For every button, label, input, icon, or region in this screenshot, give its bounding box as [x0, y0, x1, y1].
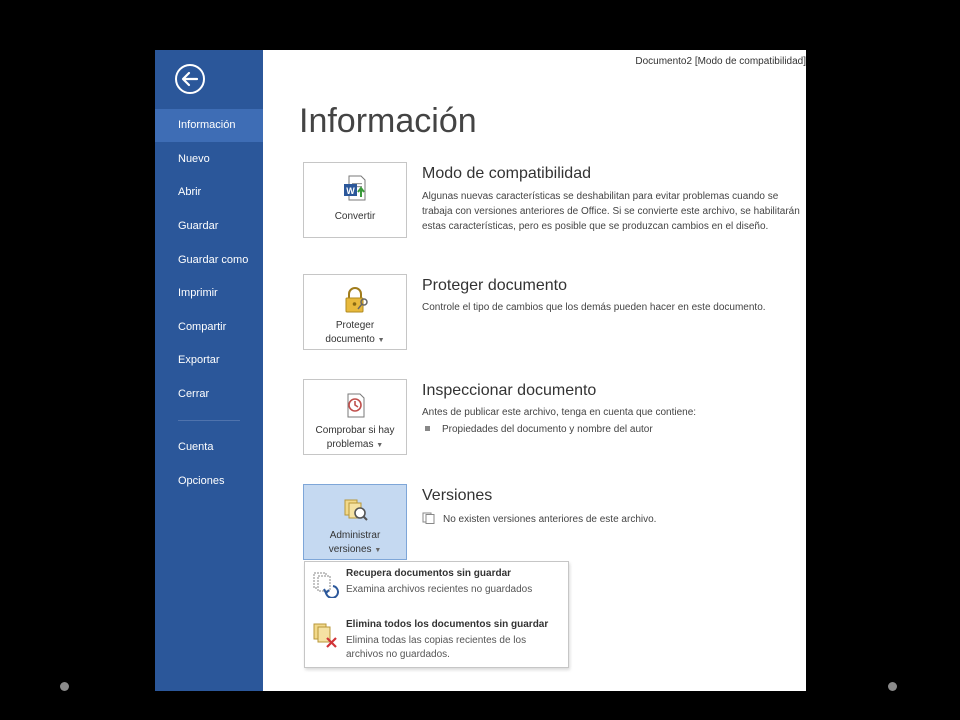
- slide-nav-dot-left: [60, 682, 69, 691]
- page-title: Información: [299, 102, 477, 140]
- protect-document-label: Proteger documento ▼: [325, 320, 385, 345]
- recover-unsaved-documents-item[interactable]: Recupera documentos sin guardar Examina …: [305, 568, 568, 610]
- manage-versions-label: Administrar versiones ▼: [328, 530, 382, 555]
- delete-unsaved-title: Elimina todos los documentos sin guardar: [346, 619, 549, 630]
- delete-unsaved-documents-item[interactable]: Elimina todos los documentos sin guardar…: [305, 619, 568, 664]
- recover-unsaved-title: Recupera documentos sin guardar: [346, 568, 512, 579]
- compatibility-mode-text: Algunas nuevas características se deshab…: [422, 191, 800, 232]
- sidebar-item-abrir[interactable]: Abrir: [155, 176, 263, 209]
- word-document-convert-icon: W: [344, 175, 366, 201]
- protect-document-title: Proteger documento: [422, 277, 567, 294]
- window-title: Documento2 [Modo de compatibilidad]: [635, 56, 806, 67]
- sidebar-item-guardar[interactable]: Guardar: [155, 210, 263, 243]
- inspect-document-icon: [347, 393, 365, 418]
- svg-text:W: W: [346, 186, 355, 196]
- protect-document-text: Controle el tipo de cambios que los demá…: [422, 302, 766, 313]
- slide-nav-dot-right: [888, 682, 897, 691]
- versions-icon: [422, 512, 435, 524]
- delete-document-icon: [313, 623, 337, 648]
- versions-magnifier-icon: [344, 499, 368, 521]
- chevron-down-icon: ▼: [374, 547, 382, 554]
- sidebar-item-nuevo[interactable]: Nuevo: [155, 143, 263, 176]
- sidebar-item-cerrar[interactable]: Cerrar: [155, 378, 263, 411]
- sidebar-item-exportar[interactable]: Exportar: [155, 344, 263, 377]
- chevron-down-icon: ▼: [377, 337, 385, 344]
- protect-document-button[interactable]: Proteger documento ▼: [303, 274, 407, 350]
- compatibility-mode-title: Modo de compatibilidad: [422, 165, 591, 182]
- manage-versions-menu: Recupera documentos sin guardar Examina …: [304, 561, 569, 668]
- bullet-icon: [425, 426, 430, 432]
- padlock-key-icon: [345, 287, 368, 313]
- chevron-down-icon: ▼: [376, 442, 384, 449]
- recover-unsaved-desc: Examina archivos recientes no guardados: [346, 584, 533, 595]
- check-for-issues-label: Comprobar si hay problemas ▼: [315, 425, 395, 450]
- convert-button-label: Convertir: [334, 211, 376, 222]
- sidebar-item-compartir[interactable]: Compartir: [155, 311, 263, 344]
- sidebar-item-cuenta[interactable]: Cuenta: [155, 431, 263, 464]
- check-for-issues-button[interactable]: Comprobar si hay problemas ▼: [303, 379, 407, 455]
- inspect-document-title: Inspeccionar documento: [422, 382, 597, 399]
- sidebar-item-guardar-como[interactable]: Guardar como: [155, 244, 263, 277]
- sidebar-item-informacion[interactable]: Información: [155, 109, 263, 142]
- back-arrow-icon[interactable]: [174, 63, 206, 95]
- versions-title: Versiones: [422, 487, 493, 504]
- word-backstage-window: Información Nuevo Abrir Guardar Guardar …: [155, 50, 806, 691]
- versions-text: No existen versiones anteriores de este …: [422, 512, 800, 527]
- sidebar-item-imprimir[interactable]: Imprimir: [155, 277, 263, 310]
- backstage-sidebar: Información Nuevo Abrir Guardar Guardar …: [155, 50, 263, 691]
- inspect-document-text: Antes de publicar este archivo, tenga en…: [422, 407, 697, 418]
- recover-document-icon: [313, 572, 339, 598]
- inspect-document-bullet: Propiedades del documento y nombre del a…: [422, 422, 800, 437]
- delete-unsaved-desc: Elimina todas las copias recientes de lo…: [346, 635, 527, 660]
- manage-versions-button[interactable]: Administrar versiones ▼: [303, 484, 407, 560]
- convert-button[interactable]: W Convertir: [303, 162, 407, 238]
- sidebar-item-opciones[interactable]: Opciones: [155, 465, 263, 498]
- sidebar-divider: [178, 420, 240, 421]
